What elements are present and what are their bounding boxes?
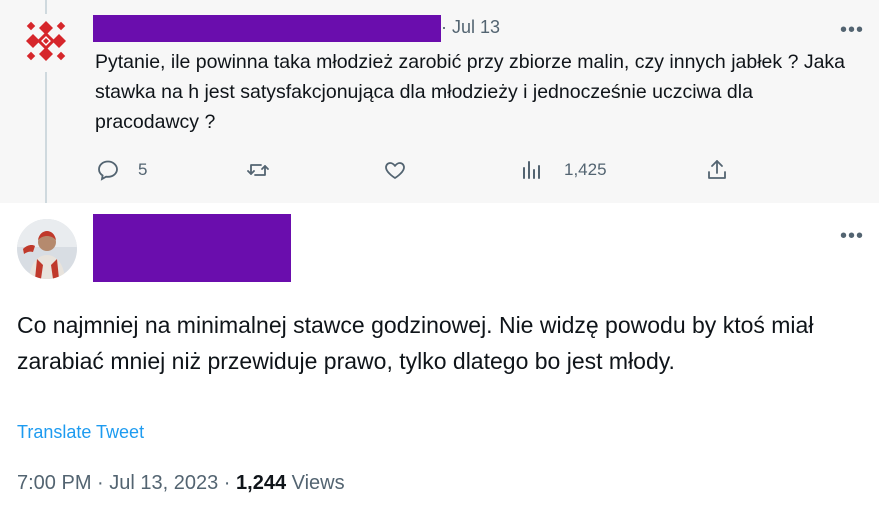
- parent-tweet-text: Pytanie, ile powinna taka młodzież zarob…: [95, 51, 846, 133]
- reply-icon: [98, 160, 118, 181]
- views-button[interactable]: 1,425: [520, 158, 607, 182]
- views-count: 1,425: [564, 160, 607, 179]
- parent-timestamp[interactable]: · Jul 13: [441, 17, 500, 38]
- views-label: Views: [286, 472, 345, 494]
- tweet-metadata: 7:00 PM · Jul 13, 2023 · 1,244 Views: [17, 472, 345, 495]
- reply-count: 5: [138, 160, 148, 179]
- share-icon: [708, 160, 726, 179]
- translate-tweet-link[interactable]: Translate Tweet: [17, 422, 144, 443]
- redacted-reply-author: [93, 214, 291, 282]
- share-button[interactable]: [705, 158, 729, 182]
- views-icon: [523, 161, 540, 179]
- retweet-icon: [247, 164, 269, 176]
- like-button[interactable]: [383, 158, 419, 182]
- thread-line-top: [45, 0, 47, 14]
- reply-button[interactable]: 5: [96, 158, 147, 182]
- redacted-author-name: [93, 15, 441, 42]
- avatar[interactable]: [17, 219, 77, 279]
- tweet-timestamp[interactable]: 7:00 PM · Jul 13, 2023 ·: [17, 472, 236, 494]
- brand-logo-icon[interactable]: [22, 17, 70, 65]
- views-count: 1,244: [236, 472, 287, 494]
- more-icon[interactable]: •••: [840, 20, 864, 40]
- thread-line: [45, 72, 47, 203]
- like-icon: [385, 162, 405, 179]
- retweet-button[interactable]: [246, 158, 282, 182]
- parent-tweet[interactable]: · Jul 13 ••• Pytanie, ile powinna taka m…: [0, 0, 879, 203]
- more-icon[interactable]: •••: [840, 226, 864, 246]
- reply-tweet-text: Co najmniej na minimalnej stawce godzino…: [17, 312, 814, 374]
